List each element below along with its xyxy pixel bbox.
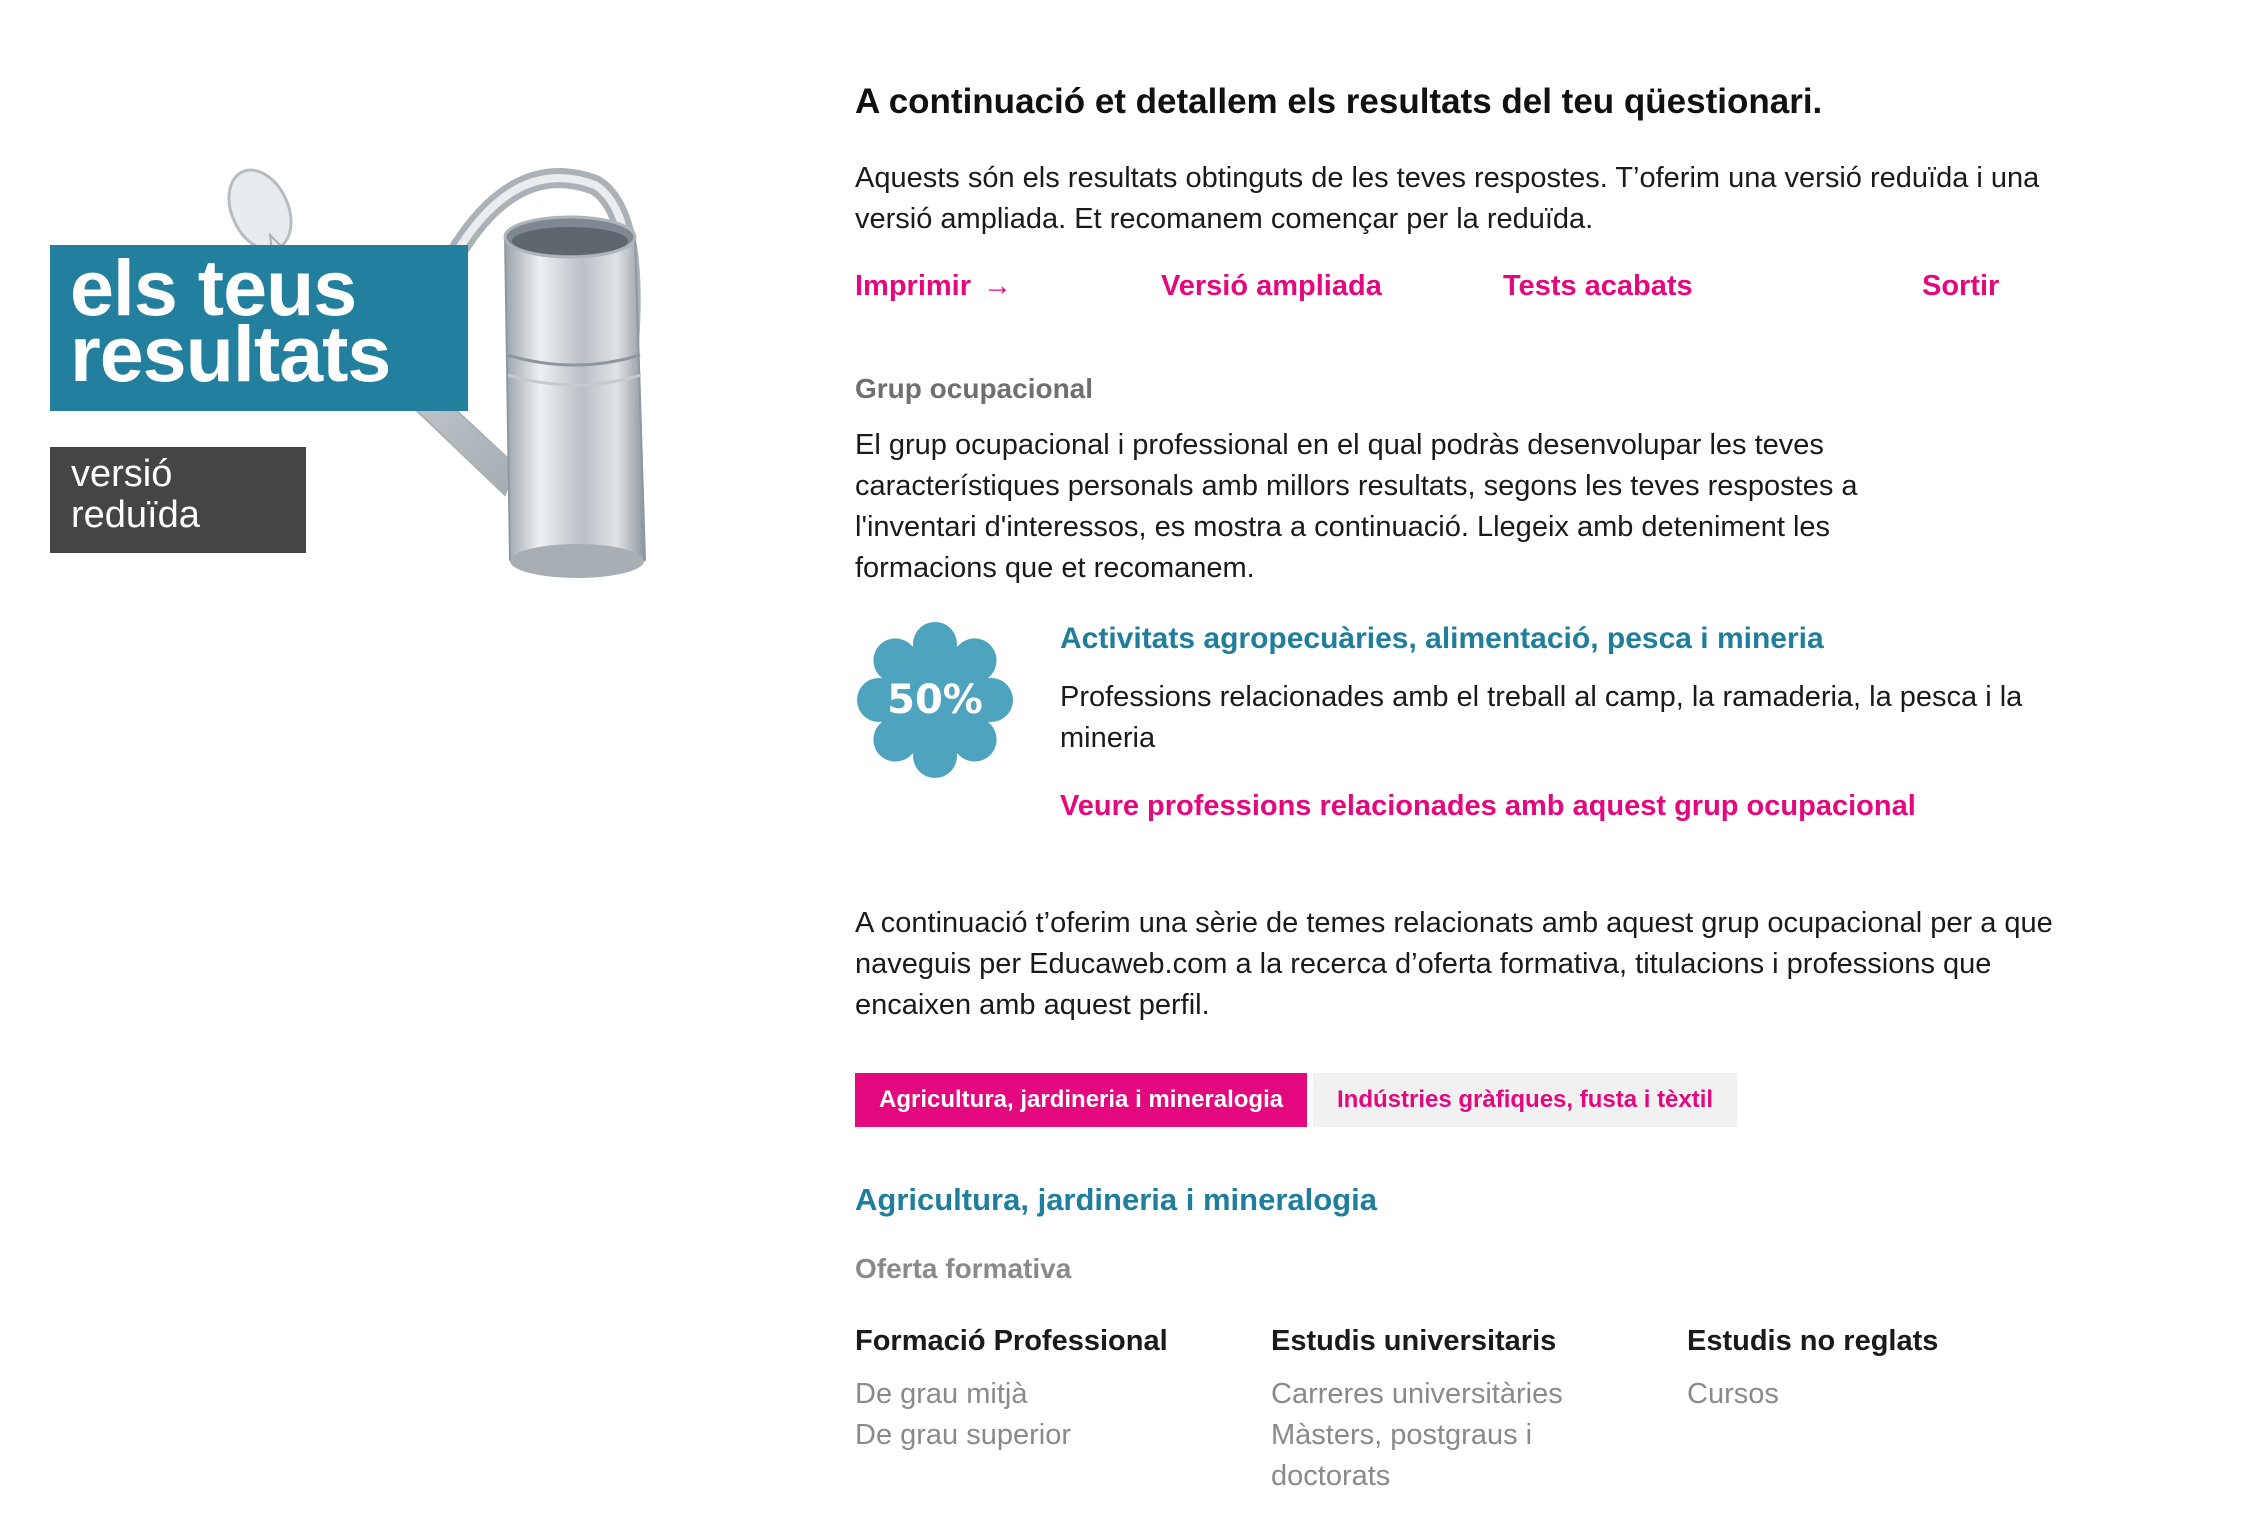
offer-label: Oferta formativa [855, 1253, 1072, 1284]
offer-item-link[interactable]: Cursos [1687, 1374, 2047, 1415]
version-line2: reduïda [71, 494, 200, 536]
print-link[interactable]: Imprimir → [855, 270, 1012, 303]
percentage-badge: 50% [857, 622, 1013, 778]
offer-column-fp: Formació Professional De grau mitjà De g… [855, 1325, 1215, 1456]
topics-text: A continuació t’oferim una sèrie de teme… [855, 907, 2053, 1021]
offer-column-university: Estudis universitaris Carreres universit… [1271, 1325, 1591, 1497]
offer-item-link[interactable]: Carreres universitàries [1271, 1374, 1591, 1415]
offer-item-link[interactable]: De grau superior [855, 1415, 1215, 1456]
tab-agricultura[interactable]: Agricultura, jardineria i mineralogia [855, 1073, 1308, 1127]
version-badge: versió reduïda [50, 447, 306, 553]
intro-text: Aquests són els resultats obtinguts de l… [855, 162, 2040, 235]
offer-item-link[interactable]: Màsters, postgraus i doctorats [1271, 1415, 1591, 1497]
results-title-badge: els teus resultats [50, 245, 468, 411]
page-title: A continuació et detallem els resultats … [855, 82, 1823, 121]
results-hero: els teus resultats versió reduïda [0, 0, 820, 700]
group-name: Activitats agropecuàries, alimentació, p… [1060, 622, 1824, 655]
offer-column-non-regulated: Estudis no reglats Cursos [1687, 1325, 2047, 1415]
version-line1: versió [71, 453, 173, 495]
offer-item-link[interactable]: De grau mitjà [855, 1374, 1215, 1415]
arrow-right-icon: → [983, 270, 1013, 302]
exit-link[interactable]: Sortir [1922, 270, 1999, 303]
watering-can-icon [227, 168, 647, 578]
group-description: Professions relacionades amb el treball … [1060, 681, 2023, 754]
offer-column-heading: Formació Professional [855, 1325, 1168, 1357]
offer-column-heading: Estudis universitaris [1271, 1325, 1557, 1357]
tab-industries-grafiques[interactable]: Indústries gràfiques, fusta i tèxtil [1313, 1073, 1738, 1127]
offer-column-heading: Estudis no reglats [1687, 1325, 1939, 1357]
related-professions-link[interactable]: Veure professions relacionades amb aques… [1060, 790, 1916, 823]
section-title: Agricultura, jardineria i mineralogia [855, 1182, 1377, 1217]
finished-tests-link[interactable]: Tests acabats [1503, 270, 1693, 303]
results-title-line2: resultats [70, 309, 391, 398]
extended-version-link[interactable]: Versió ampliada [1161, 270, 1382, 303]
group-label: Grup ocupacional [855, 373, 1094, 404]
group-text: El grup ocupacional i professional en el… [855, 429, 1858, 584]
percentage-value: 50% [887, 677, 983, 723]
print-label: Imprimir [855, 270, 972, 302]
